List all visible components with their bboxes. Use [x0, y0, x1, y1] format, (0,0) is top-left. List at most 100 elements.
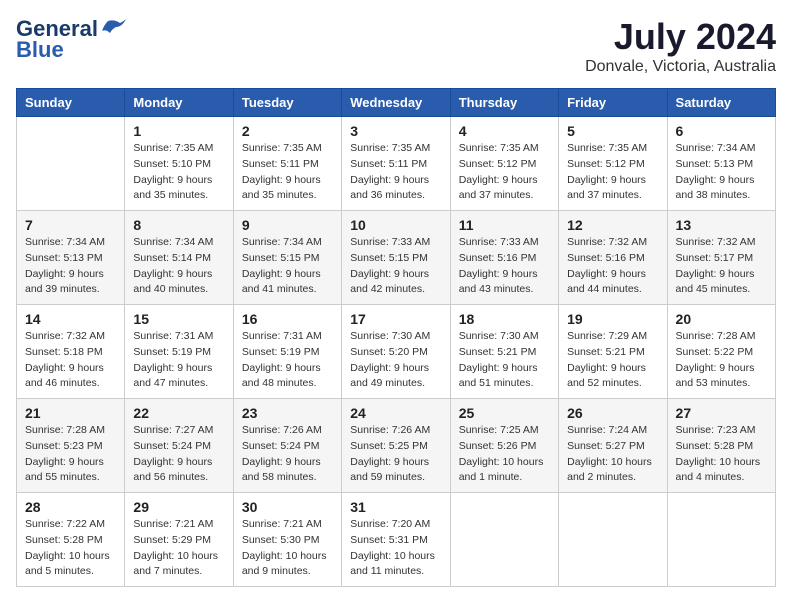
day-number: 17	[350, 311, 441, 327]
calendar-cell: 21 Sunrise: 7:28 AMSunset: 5:23 PMDayligh…	[17, 399, 125, 493]
calendar-cell: 17 Sunrise: 7:30 AMSunset: 5:20 PMDayligh…	[342, 305, 450, 399]
day-number: 23	[242, 405, 333, 421]
calendar-cell	[17, 117, 125, 211]
day-number: 16	[242, 311, 333, 327]
calendar-cell: 7 Sunrise: 7:34 AMSunset: 5:13 PMDaylight…	[17, 211, 125, 305]
calendar-body: 1Sunrise: 7:35 AMSunset: 5:10 PMDaylight…	[17, 117, 776, 587]
calendar-cell: 18 Sunrise: 7:30 AMSunset: 5:21 PMDayligh…	[450, 305, 558, 399]
day-number: 20	[676, 311, 767, 327]
calendar-cell: 8 Sunrise: 7:34 AMSunset: 5:14 PMDaylight…	[125, 211, 233, 305]
day-detail: Sunrise: 7:34 AMSunset: 5:14 PMDaylight:…	[133, 235, 224, 298]
calendar-cell: 25Sunrise: 7:25 AMSunset: 5:26 PMDayligh…	[450, 399, 558, 493]
day-number: 31	[350, 499, 441, 515]
day-number: 18	[459, 311, 550, 327]
day-detail: Sunrise: 7:24 AMSunset: 5:27 PMDaylight:…	[567, 423, 658, 486]
calendar-table: SundayMondayTuesdayWednesdayThursdayFrid…	[16, 88, 776, 587]
calendar-week-row: 28Sunrise: 7:22 AMSunset: 5:28 PMDayligh…	[17, 493, 776, 587]
day-number: 9	[242, 217, 333, 233]
day-detail: Sunrise: 7:30 AMSunset: 5:20 PMDaylight:…	[350, 329, 441, 392]
day-detail: Sunrise: 7:21 AMSunset: 5:30 PMDaylight:…	[242, 517, 333, 580]
calendar-cell: 22Sunrise: 7:27 AMSunset: 5:24 PMDayligh…	[125, 399, 233, 493]
day-number: 7	[25, 217, 116, 233]
day-number: 5	[567, 123, 658, 139]
calendar-cell: 20 Sunrise: 7:28 AMSunset: 5:22 PMDayligh…	[667, 305, 775, 399]
day-detail: Sunrise: 7:32 AMSunset: 5:18 PMDaylight:…	[25, 329, 116, 392]
day-detail: Sunrise: 7:26 AMSunset: 5:25 PMDaylight:…	[350, 423, 441, 486]
calendar-cell: 3Sunrise: 7:35 AMSunset: 5:11 PMDaylight…	[342, 117, 450, 211]
day-detail: Sunrise: 7:33 AMSunset: 5:15 PMDaylight:…	[350, 235, 441, 298]
calendar-cell	[450, 493, 558, 587]
day-detail: Sunrise: 7:35 AMSunset: 5:12 PMDaylight:…	[459, 141, 550, 204]
col-header-wednesday: Wednesday	[342, 89, 450, 117]
calendar-header-row: SundayMondayTuesdayWednesdayThursdayFrid…	[17, 89, 776, 117]
calendar-cell: 1Sunrise: 7:35 AMSunset: 5:10 PMDaylight…	[125, 117, 233, 211]
calendar-week-row: 14 Sunrise: 7:32 AMSunset: 5:18 PMDayligh…	[17, 305, 776, 399]
day-number: 15	[133, 311, 224, 327]
page-header: General Blue July 2024 Donvale, Victoria…	[16, 16, 776, 76]
calendar-week-row: 7 Sunrise: 7:34 AMSunset: 5:13 PMDaylight…	[17, 211, 776, 305]
day-detail: Sunrise: 7:34 AMSunset: 5:13 PMDaylight:…	[25, 235, 116, 298]
calendar-cell: 30 Sunrise: 7:21 AMSunset: 5:30 PMDayligh…	[233, 493, 341, 587]
day-detail: Sunrise: 7:26 AMSunset: 5:24 PMDaylight:…	[242, 423, 333, 486]
calendar-cell: 2 Sunrise: 7:35 AMSunset: 5:11 PMDaylight…	[233, 117, 341, 211]
calendar-cell: 31Sunrise: 7:20 AMSunset: 5:31 PMDayligh…	[342, 493, 450, 587]
calendar-cell: 4Sunrise: 7:35 AMSunset: 5:12 PMDaylight…	[450, 117, 558, 211]
day-detail: Sunrise: 7:35 AMSunset: 5:12 PMDaylight:…	[567, 141, 658, 204]
col-header-thursday: Thursday	[450, 89, 558, 117]
day-number: 30	[242, 499, 333, 515]
calendar-cell: 28Sunrise: 7:22 AMSunset: 5:28 PMDayligh…	[17, 493, 125, 587]
calendar-week-row: 1Sunrise: 7:35 AMSunset: 5:10 PMDaylight…	[17, 117, 776, 211]
col-header-tuesday: Tuesday	[233, 89, 341, 117]
day-number: 27	[676, 405, 767, 421]
day-number: 28	[25, 499, 116, 515]
col-header-sunday: Sunday	[17, 89, 125, 117]
day-detail: Sunrise: 7:35 AMSunset: 5:11 PMDaylight:…	[350, 141, 441, 204]
day-detail: Sunrise: 7:31 AMSunset: 5:19 PMDaylight:…	[242, 329, 333, 392]
day-number: 12	[567, 217, 658, 233]
day-number: 24	[350, 405, 441, 421]
day-detail: Sunrise: 7:34 AMSunset: 5:15 PMDaylight:…	[242, 235, 333, 298]
calendar-cell: 9 Sunrise: 7:34 AMSunset: 5:15 PMDaylight…	[233, 211, 341, 305]
day-detail: Sunrise: 7:32 AMSunset: 5:16 PMDaylight:…	[567, 235, 658, 298]
logo: General Blue	[16, 16, 126, 63]
calendar-cell: 6 Sunrise: 7:34 AMSunset: 5:13 PMDaylight…	[667, 117, 775, 211]
calendar-cell: 15Sunrise: 7:31 AMSunset: 5:19 PMDayligh…	[125, 305, 233, 399]
day-number: 6	[676, 123, 767, 139]
day-number: 26	[567, 405, 658, 421]
day-detail: Sunrise: 7:23 AMSunset: 5:28 PMDaylight:…	[676, 423, 767, 486]
calendar-cell: 29Sunrise: 7:21 AMSunset: 5:29 PMDayligh…	[125, 493, 233, 587]
calendar-cell: 10 Sunrise: 7:33 AMSunset: 5:15 PMDayligh…	[342, 211, 450, 305]
calendar-cell: 12 Sunrise: 7:32 AMSunset: 5:16 PMDayligh…	[559, 211, 667, 305]
day-detail: Sunrise: 7:30 AMSunset: 5:21 PMDaylight:…	[459, 329, 550, 392]
calendar-cell: 19Sunrise: 7:29 AMSunset: 5:21 PMDayligh…	[559, 305, 667, 399]
calendar-cell	[667, 493, 775, 587]
day-detail: Sunrise: 7:28 AMSunset: 5:22 PMDaylight:…	[676, 329, 767, 392]
day-number: 29	[133, 499, 224, 515]
day-number: 21	[25, 405, 116, 421]
day-number: 10	[350, 217, 441, 233]
calendar-cell: 14 Sunrise: 7:32 AMSunset: 5:18 PMDayligh…	[17, 305, 125, 399]
day-detail: Sunrise: 7:33 AMSunset: 5:16 PMDaylight:…	[459, 235, 550, 298]
day-detail: Sunrise: 7:27 AMSunset: 5:24 PMDaylight:…	[133, 423, 224, 486]
day-number: 11	[459, 217, 550, 233]
calendar-cell: 27 Sunrise: 7:23 AMSunset: 5:28 PMDayligh…	[667, 399, 775, 493]
calendar-cell: 16 Sunrise: 7:31 AMSunset: 5:19 PMDayligh…	[233, 305, 341, 399]
location-subtitle: Donvale, Victoria, Australia	[585, 58, 776, 76]
day-number: 25	[459, 405, 550, 421]
day-detail: Sunrise: 7:34 AMSunset: 5:13 PMDaylight:…	[676, 141, 767, 204]
title-block: July 2024 Donvale, Victoria, Australia	[585, 16, 776, 76]
month-year-title: July 2024	[585, 16, 776, 58]
calendar-cell: 24 Sunrise: 7:26 AMSunset: 5:25 PMDayligh…	[342, 399, 450, 493]
day-number: 8	[133, 217, 224, 233]
calendar-cell	[559, 493, 667, 587]
day-number: 14	[25, 311, 116, 327]
calendar-week-row: 21 Sunrise: 7:28 AMSunset: 5:23 PMDayligh…	[17, 399, 776, 493]
day-detail: Sunrise: 7:32 AMSunset: 5:17 PMDaylight:…	[676, 235, 767, 298]
calendar-cell: 23 Sunrise: 7:26 AMSunset: 5:24 PMDayligh…	[233, 399, 341, 493]
day-number: 2	[242, 123, 333, 139]
col-header-monday: Monday	[125, 89, 233, 117]
calendar-cell: 13Sunrise: 7:32 AMSunset: 5:17 PMDayligh…	[667, 211, 775, 305]
col-header-saturday: Saturday	[667, 89, 775, 117]
day-detail: Sunrise: 7:35 AMSunset: 5:11 PMDaylight:…	[242, 141, 333, 204]
day-detail: Sunrise: 7:28 AMSunset: 5:23 PMDaylight:…	[25, 423, 116, 486]
